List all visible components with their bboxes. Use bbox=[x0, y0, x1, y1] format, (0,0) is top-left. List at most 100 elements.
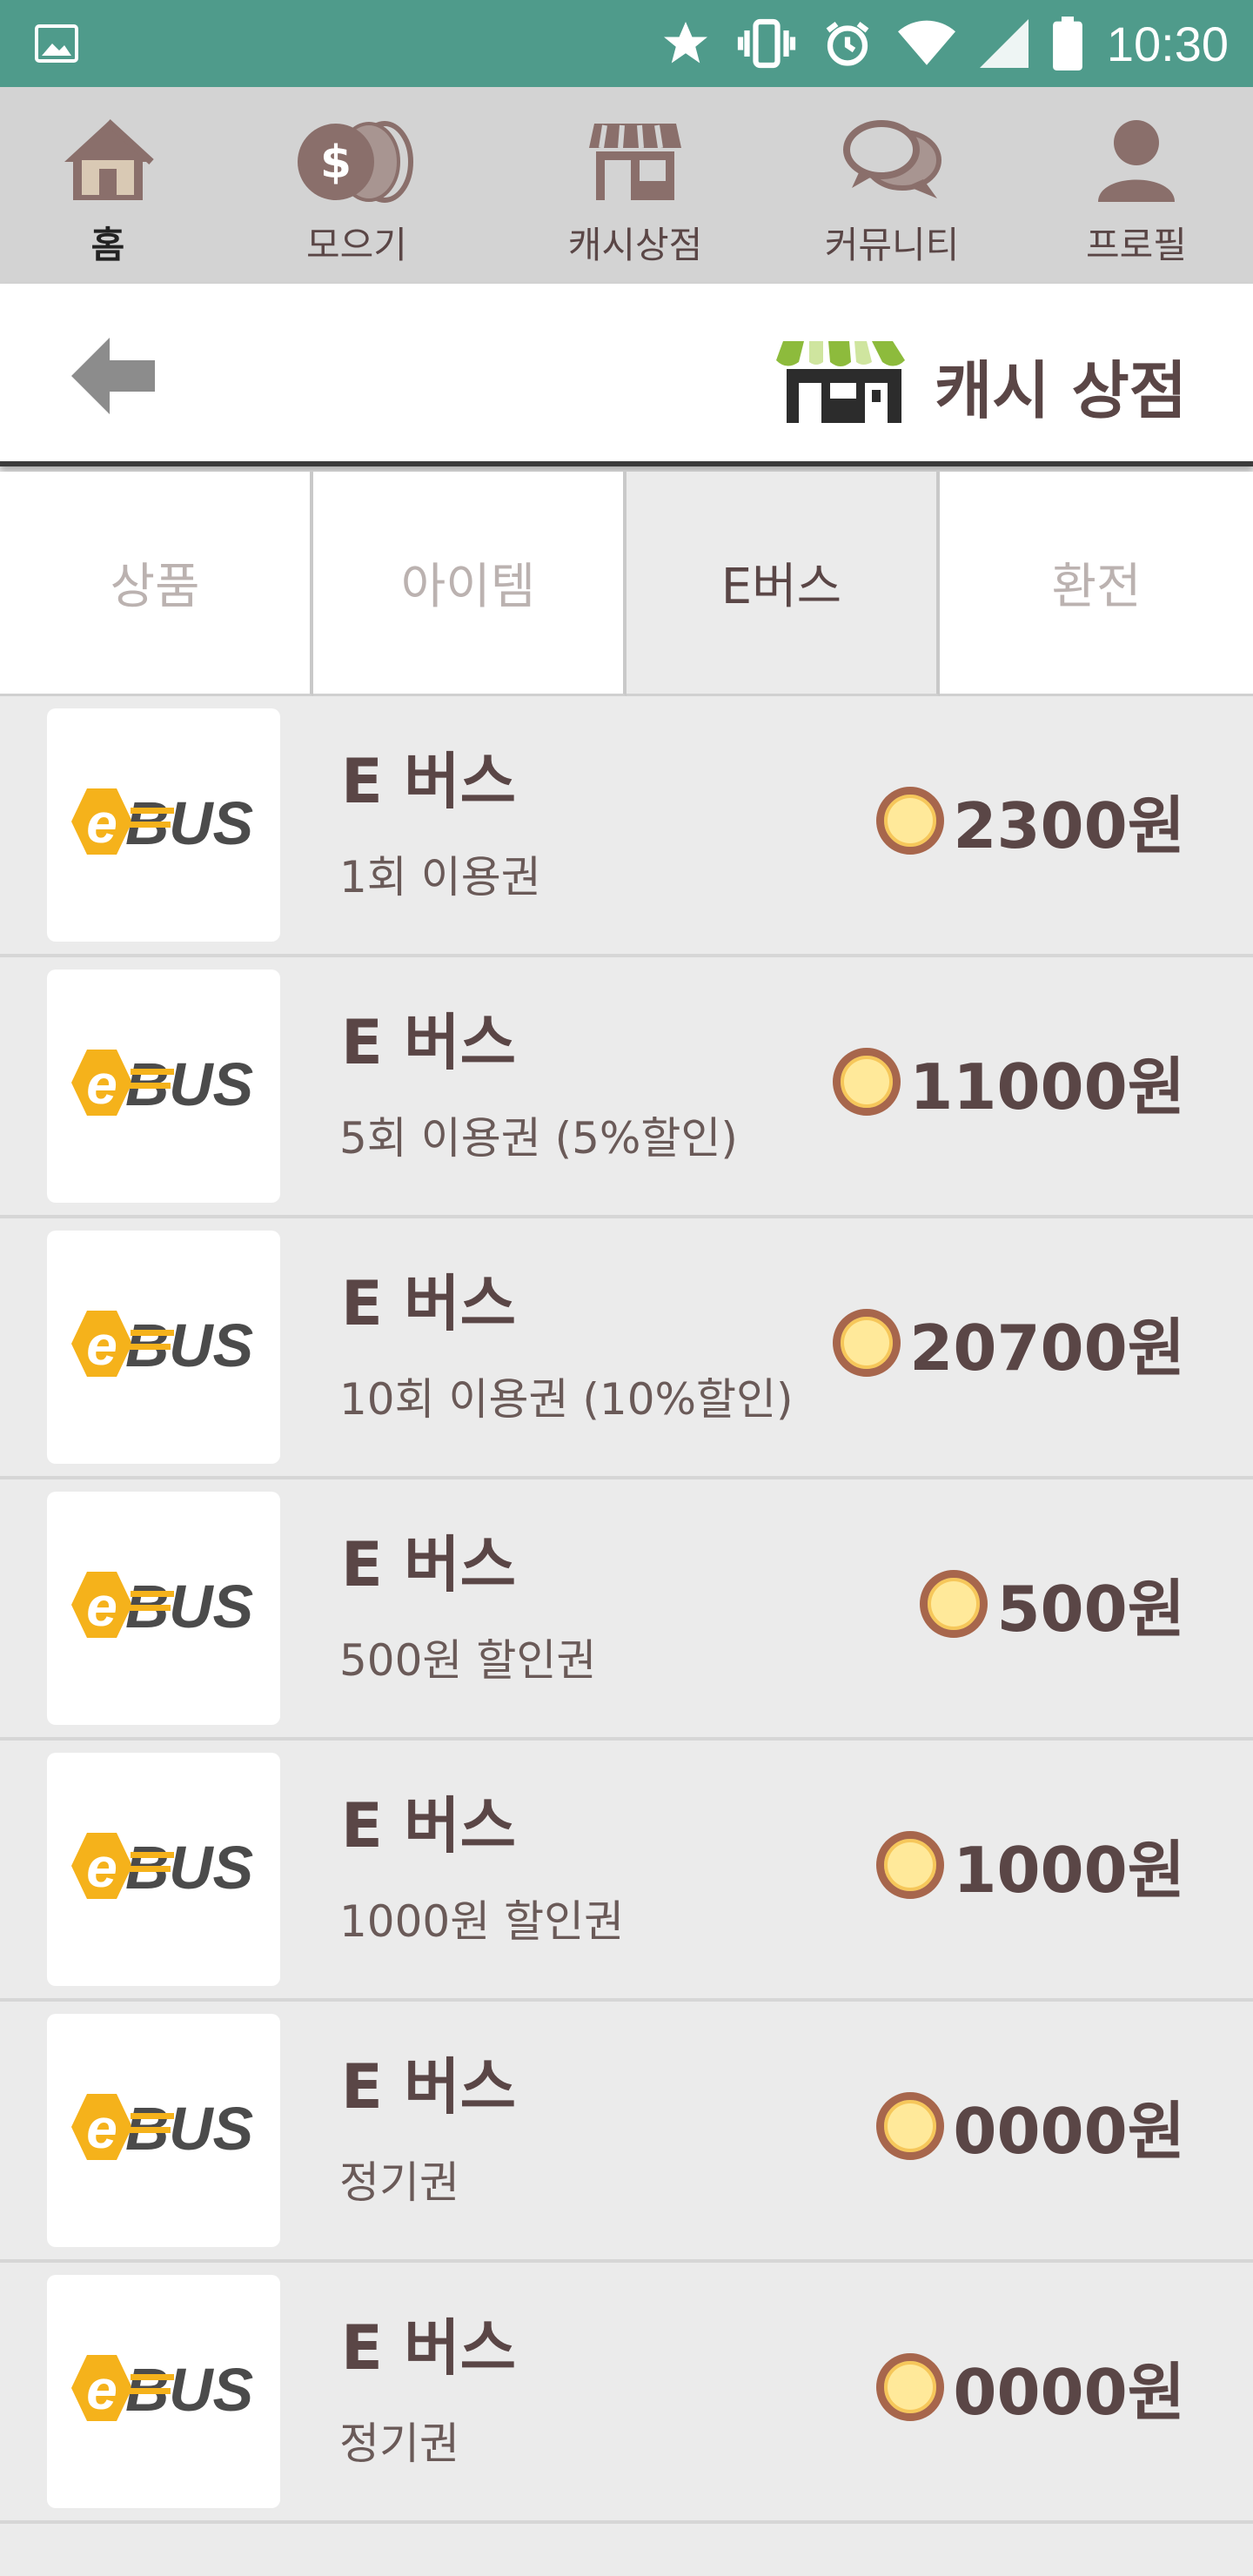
product-title: E 버스 bbox=[341, 746, 516, 817]
ebus-logo: e B US bbox=[47, 708, 280, 942]
image-icon bbox=[35, 24, 78, 63]
product-subtitle: 정기권 bbox=[339, 2157, 459, 2208]
page-title: 캐시 상점 bbox=[934, 354, 1187, 427]
product-row[interactable]: e B US E 버스 500원 할인권 500원 bbox=[0, 1479, 1253, 1741]
nav-item-community[interactable]: 커뮤니티 bbox=[809, 87, 975, 284]
svg-text:e: e bbox=[86, 792, 117, 855]
svg-text:e: e bbox=[86, 2358, 117, 2421]
product-price: 0000원 bbox=[876, 2080, 1185, 2171]
nav-item-collect[interactable]: $ 모으기 bbox=[287, 87, 426, 284]
product-subtitle: 1000원 할인권 bbox=[339, 1896, 625, 1947]
product-subtitle: 정기권 bbox=[339, 2418, 459, 2469]
nav-label-profile: 프로필 bbox=[1086, 225, 1187, 265]
product-subtitle: 500원 할인권 bbox=[339, 1635, 597, 1686]
product-title: E 버스 bbox=[341, 1790, 516, 1862]
coin-icon bbox=[876, 1830, 945, 1899]
svg-text:e: e bbox=[86, 1836, 117, 1899]
product-row[interactable]: e B US E 버스 5회 이용권 (5%할인) 11000원 bbox=[0, 957, 1253, 1218]
store-awning-icon bbox=[776, 341, 912, 423]
svg-text:US: US bbox=[169, 789, 253, 857]
chat-icon bbox=[843, 120, 941, 198]
nav-label-home: 홈 bbox=[90, 225, 125, 265]
nav-label-community: 커뮤니티 bbox=[824, 225, 960, 265]
price-label: 500원 bbox=[996, 1573, 1185, 1646]
nav-item-cash-store[interactable]: 캐시상점 bbox=[557, 87, 714, 284]
wifi-icon bbox=[897, 20, 955, 65]
price-label: 0000원 bbox=[953, 2095, 1185, 2168]
home-icon bbox=[64, 119, 154, 200]
ebus-logo-icon: e B US bbox=[71, 788, 253, 857]
svg-text:US: US bbox=[169, 1573, 253, 1640]
product-title: E 버스 bbox=[341, 1007, 516, 1078]
ebus-logo: e B US bbox=[47, 1753, 280, 1986]
svg-text:US: US bbox=[169, 1050, 253, 1118]
product-subtitle: 10회 이용권 (10%할인) bbox=[339, 1374, 794, 1425]
ebus-logo-icon: e B US bbox=[71, 1572, 253, 1640]
coin-icon bbox=[876, 786, 945, 855]
nav-item-home[interactable]: 홈 bbox=[47, 87, 169, 284]
ebus-logo: e B US bbox=[47, 2275, 280, 2508]
top-navigation: 홈 $ 모으기 캐시상점 커뮤니티 프로필 bbox=[0, 87, 1253, 284]
coin-icon bbox=[833, 1047, 901, 1116]
price-label: 11000원 bbox=[909, 1050, 1185, 1124]
coins-icon: $ bbox=[298, 121, 413, 203]
ebus-logo-icon: e B US bbox=[71, 2094, 253, 2163]
tab-ebus[interactable]: E버스 bbox=[626, 472, 940, 696]
tab-products[interactable]: 상품 bbox=[0, 472, 313, 696]
coin-icon bbox=[876, 2352, 945, 2421]
svg-text:e: e bbox=[86, 2097, 117, 2160]
product-subtitle: 1회 이용권 bbox=[339, 852, 541, 902]
page-header: 캐시 상점 bbox=[0, 284, 1253, 466]
ebus-logo-icon: e B US bbox=[71, 1833, 253, 1902]
product-title: E 버스 bbox=[341, 2312, 516, 2384]
price-label: 20700원 bbox=[909, 1311, 1185, 1385]
price-label: 2300원 bbox=[953, 789, 1185, 862]
battery-icon bbox=[1052, 17, 1082, 70]
signal-icon bbox=[979, 19, 1029, 68]
product-price: 0000원 bbox=[876, 2341, 1185, 2432]
coin-icon bbox=[876, 2091, 945, 2160]
price-label: 1000원 bbox=[953, 1834, 1185, 1907]
ebus-logo-icon: e B US bbox=[71, 1311, 253, 1379]
product-price: 1000원 bbox=[876, 1819, 1185, 1910]
ebus-logo: e B US bbox=[47, 969, 280, 1203]
svg-text:e: e bbox=[86, 1314, 117, 1377]
alarm-icon bbox=[826, 22, 869, 66]
star-icon bbox=[663, 22, 707, 64]
tab-exchange[interactable]: 환전 bbox=[940, 472, 1253, 696]
svg-text:e: e bbox=[86, 1053, 117, 1116]
price-label: 0000원 bbox=[953, 2356, 1185, 2429]
ebus-logo-icon: e B US bbox=[71, 1050, 253, 1118]
nav-label-collect: 모으기 bbox=[306, 225, 407, 265]
product-row[interactable]: e B US E 버스 정기권 0000원 bbox=[0, 2263, 1253, 2524]
tab-bar: 상품 아이템 E버스 환전 bbox=[0, 472, 1253, 696]
product-price: 2300원 bbox=[876, 775, 1185, 866]
product-row[interactable]: e B US E 버스 1000원 할인권 1000원 bbox=[0, 1741, 1253, 2002]
ebus-logo: e B US bbox=[47, 1231, 280, 1464]
svg-text:e: e bbox=[86, 1575, 117, 1638]
product-price: 20700원 bbox=[833, 1297, 1185, 1388]
profile-icon bbox=[1098, 120, 1175, 202]
nav-item-profile[interactable]: 프로필 bbox=[1075, 87, 1197, 284]
status-time: 10:30 bbox=[1106, 16, 1229, 71]
product-row[interactable]: e B US E 버스 정기권 0000원 bbox=[0, 2002, 1253, 2263]
svg-text:US: US bbox=[169, 1834, 253, 1902]
product-list: e B US E 버스 1회 이용권 2300원 e B US E 버스 5회 … bbox=[0, 696, 1253, 2524]
product-row[interactable]: e B US E 버스 1회 이용권 2300원 bbox=[0, 696, 1253, 957]
product-row[interactable]: e B US E 버스 10회 이용권 (10%할인) 20700원 bbox=[0, 1218, 1253, 1479]
store-icon bbox=[589, 124, 681, 200]
svg-text:US: US bbox=[169, 1311, 253, 1379]
coin-icon bbox=[833, 1308, 901, 1377]
tab-items[interactable]: 아이템 bbox=[313, 472, 626, 696]
vibrate-icon bbox=[737, 18, 795, 69]
coin-icon bbox=[920, 1569, 988, 1638]
ebus-logo: e B US bbox=[47, 1492, 280, 1725]
status-bar: 10:30 bbox=[0, 0, 1253, 87]
product-price: 11000원 bbox=[833, 1036, 1185, 1127]
nav-label-cash-store: 캐시상점 bbox=[567, 225, 703, 265]
product-title: E 버스 bbox=[341, 1529, 516, 1600]
product-title: E 버스 bbox=[341, 2051, 516, 2123]
svg-text:US: US bbox=[169, 2356, 253, 2424]
product-title: E 버스 bbox=[341, 1268, 516, 1339]
back-arrow-icon[interactable] bbox=[68, 332, 158, 419]
